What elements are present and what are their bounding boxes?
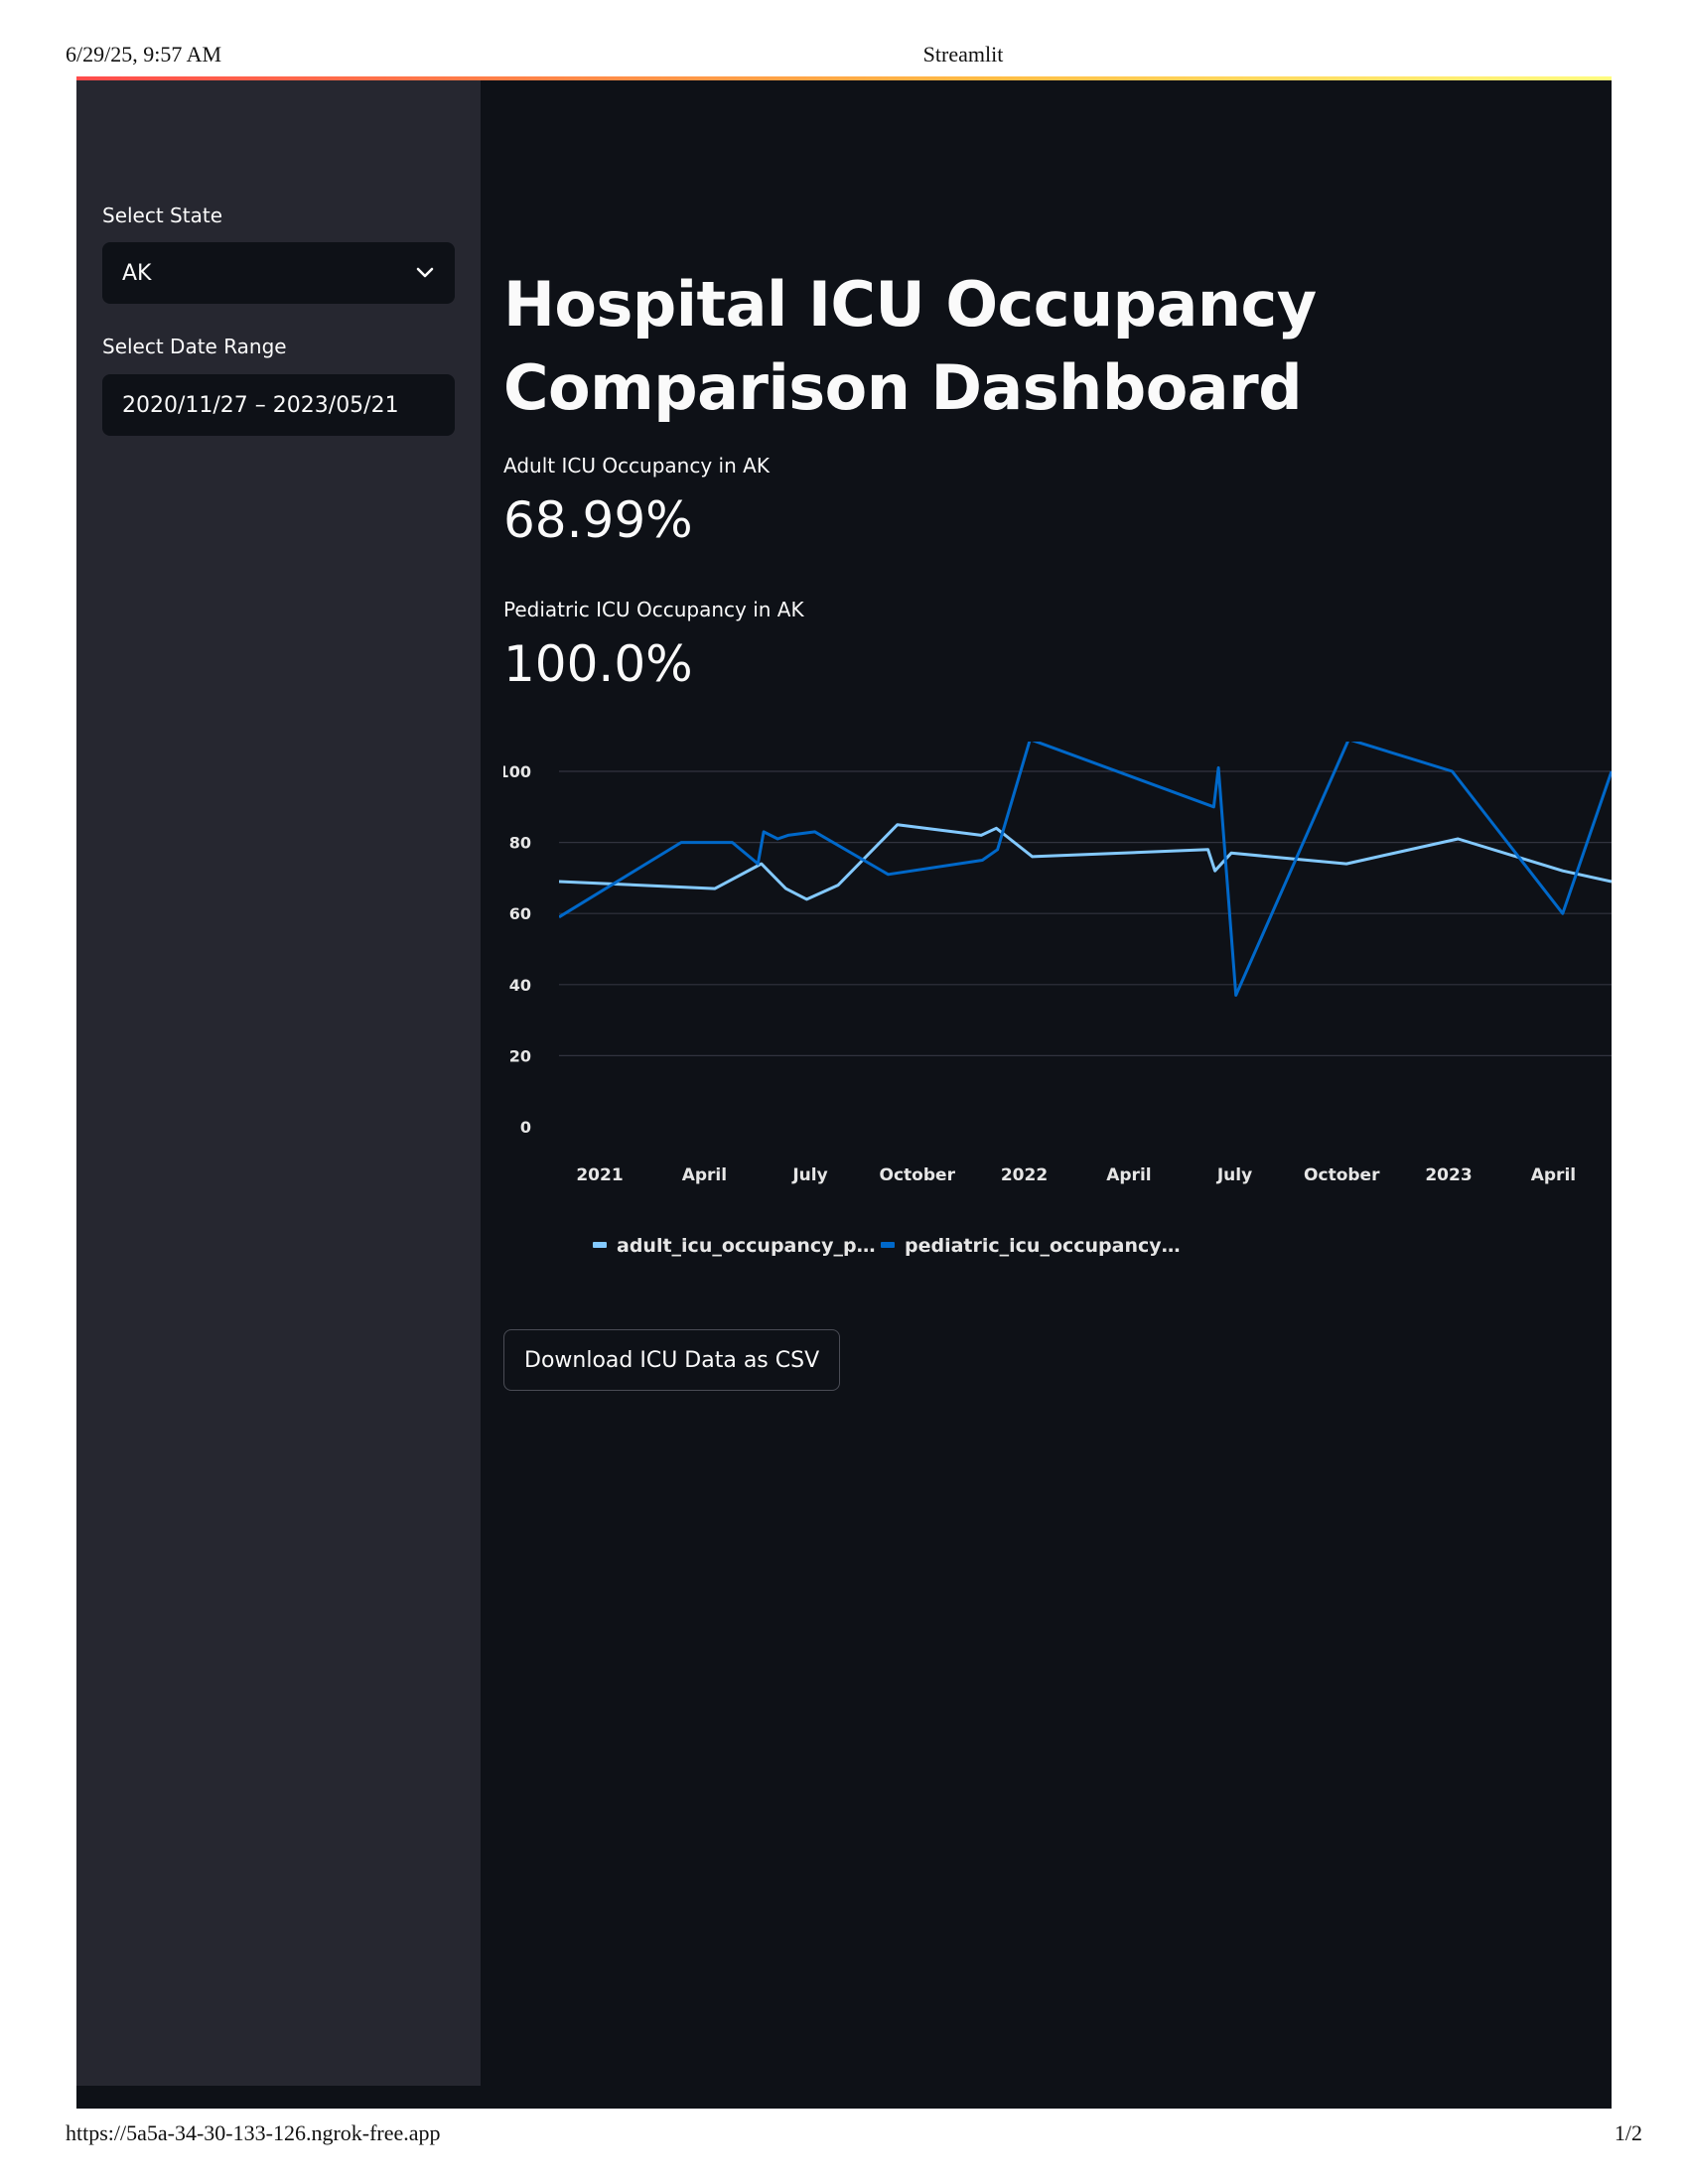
pediatric-occupancy-line [559, 742, 1612, 997]
pediatric-metric-value: 100.0% [503, 635, 693, 693]
y-tick-label: 100 [503, 762, 531, 781]
y-tick-label: 0 [520, 1118, 531, 1137]
x-tick-label: April [1106, 1165, 1151, 1185]
page-title: Hospital ICU Occupancy Comparison Dashbo… [503, 268, 1317, 424]
y-tick-label: 20 [509, 1046, 531, 1065]
adult-occupancy-line [559, 823, 1612, 901]
date-range-label: Select Date Range [102, 335, 287, 358]
adult-metric-label: Adult ICU Occupancy in AK [503, 454, 770, 478]
x-tick-label: October [1304, 1165, 1380, 1185]
y-tick-label: 60 [509, 904, 531, 923]
y-tick-label: 40 [509, 976, 531, 995]
print-url: https://5a5a-34-30-133-126.ngrok-free.ap… [66, 2120, 441, 2145]
print-page-number: 1/2 [1614, 2120, 1642, 2145]
print-title: Streamlit [922, 42, 1004, 67]
pediatric-metric-label: Pediatric ICU Occupancy in AK [503, 598, 804, 621]
legend-swatch [881, 1242, 895, 1248]
state-select-value: AK [122, 260, 152, 286]
sidebar: Select State AK Select Date Range 2020/1… [76, 80, 481, 2086]
date-range-value: 2020/11/27 – 2023/05/21 [122, 392, 399, 418]
x-tick-label: 2021 [576, 1165, 623, 1185]
legend-label: pediatric_icu_occupancy… [905, 1235, 1181, 1257]
icu-occupancy-chart[interactable]: 0 20 40 60 80 100 2021 April July October 2022 Apri… [503, 742, 1612, 1296]
download-csv-button[interactable]: Download ICU Data as CSV [503, 1329, 841, 1391]
state-select[interactable]: AK [102, 242, 455, 304]
main-content: Hospital ICU Occupancy Comparison Dashbo… [503, 76, 1612, 2109]
x-tick-label: July [1216, 1165, 1252, 1185]
date-range-input[interactable]: 2020/11/27 – 2023/05/21 [102, 374, 455, 436]
legend-swatch [593, 1242, 607, 1248]
chart-svg: 0 20 40 60 80 100 2021 April July October 2022 Apri… [503, 742, 1612, 1257]
header-decoration-bar [76, 76, 1612, 80]
x-tick-label: April [682, 1165, 727, 1185]
x-tick-label: 2022 [1001, 1165, 1048, 1185]
x-tick-label: July [791, 1165, 827, 1185]
y-tick-label: 80 [509, 834, 531, 853]
state-select-label: Select State [102, 204, 222, 227]
x-tick-label: 2023 [1425, 1165, 1472, 1185]
adult-metric-value: 68.99% [503, 491, 693, 549]
streamlit-app: Select State AK Select Date Range 2020/1… [76, 76, 1612, 2109]
x-tick-label: October [880, 1165, 956, 1185]
x-tick-label: April [1531, 1165, 1576, 1185]
legend-label: adult_icu_occupancy_p… [617, 1235, 876, 1257]
chevron-down-icon [415, 266, 435, 280]
